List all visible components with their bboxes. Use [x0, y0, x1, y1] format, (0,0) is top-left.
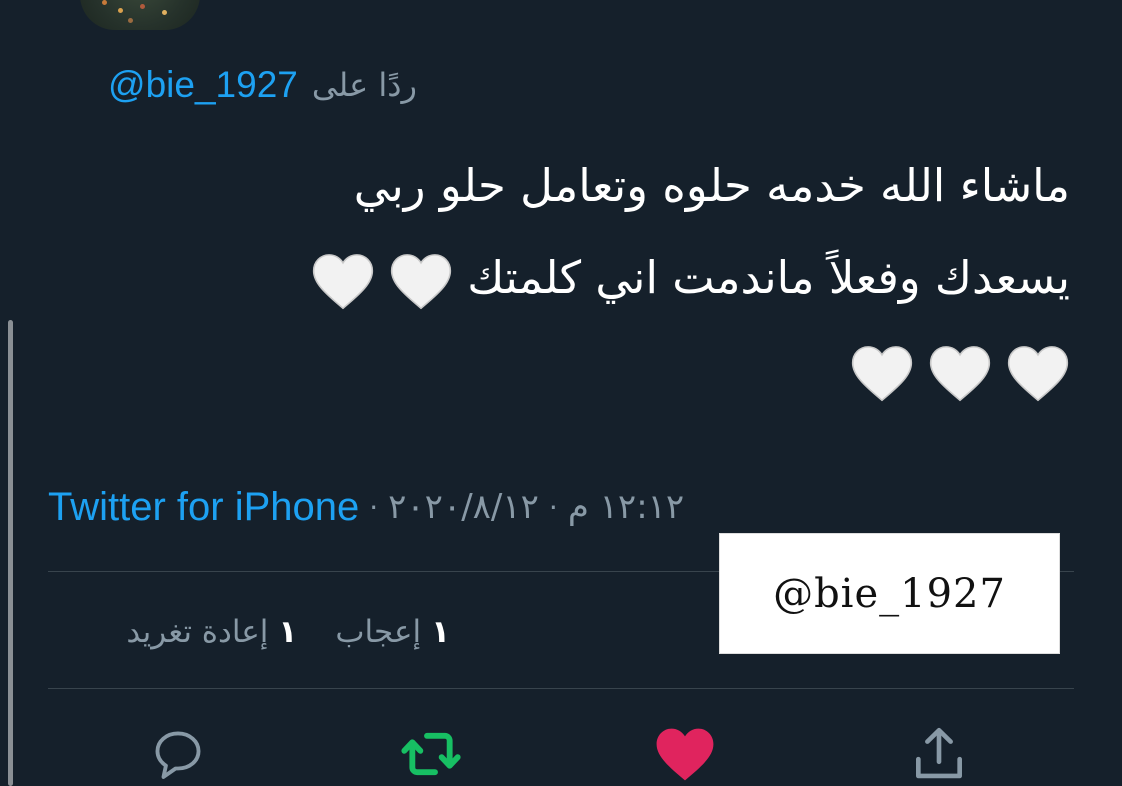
white-heart-icon — [312, 254, 374, 310]
likes-label: إعجاب — [335, 614, 422, 650]
tweet-text-line-2-text: يسعدك وفعلاً ماندمت اني كلمتك — [467, 251, 1070, 304]
tweet-stats: ١ إعجاب ١ إعادة تغريد — [126, 608, 450, 656]
tweet-meta: Twitter for iPhone · ٢٠٢٠/٨/١٢ · ١٢:١٢ م — [48, 482, 684, 532]
tweet-date[interactable]: ٢٠٢٠/٨/١٢ — [388, 487, 539, 527]
meta-separator: · — [548, 490, 558, 524]
white-heart-icon — [851, 346, 913, 402]
avatar[interactable] — [80, 0, 200, 30]
white-heart-icon — [929, 346, 991, 402]
reply-prefix: ردًا على — [311, 66, 417, 104]
divider — [48, 688, 1074, 689]
share-icon — [916, 727, 962, 779]
tweet-text-line-1: ماشاء الله خدمه حلوه وتعامل حلو ربي — [353, 159, 1070, 212]
share-button[interactable] — [907, 722, 971, 786]
retweet-button[interactable] — [399, 722, 463, 786]
watermark-label: @bie_1927 — [719, 533, 1060, 654]
tweet-text-line-3 — [70, 324, 1070, 416]
meta-separator: · — [369, 490, 379, 524]
source-link[interactable]: Twitter for iPhone — [48, 485, 359, 530]
tweet-time[interactable]: ١٢:١٢ م — [568, 487, 684, 527]
watermark-text: @bie_1927 — [773, 570, 1006, 617]
likes-stat[interactable]: ١ إعجاب — [335, 614, 450, 650]
white-heart-icon — [390, 254, 452, 310]
reply-button[interactable] — [146, 722, 210, 786]
likes-count: ١ — [431, 614, 450, 650]
white-heart-icon — [1007, 346, 1069, 402]
retweets-count: ١ — [278, 614, 298, 650]
retweet-icon — [401, 732, 461, 776]
tweet-text: ماشاء الله خدمه حلوه وتعامل حلو ربي يسعد… — [70, 140, 1070, 416]
retweets-label: إعادة تغريد — [126, 614, 269, 650]
like-button[interactable] — [653, 722, 717, 786]
reply-handle-link[interactable]: @bie_1927 — [108, 64, 298, 106]
reply-icon — [155, 731, 201, 779]
white-hearts-group-1 — [311, 251, 453, 311]
tweet-text-line-2: يسعدك وفعلاً ماندمت اني كلمتك — [70, 232, 1070, 324]
scrollbar[interactable] — [8, 320, 13, 786]
reply-context: ردًا على @bie_1927 — [108, 60, 417, 110]
retweets-stat[interactable]: ١ إعادة تغريد — [126, 614, 297, 650]
like-icon — [656, 728, 714, 781]
white-hearts-group-2 — [850, 343, 1070, 403]
